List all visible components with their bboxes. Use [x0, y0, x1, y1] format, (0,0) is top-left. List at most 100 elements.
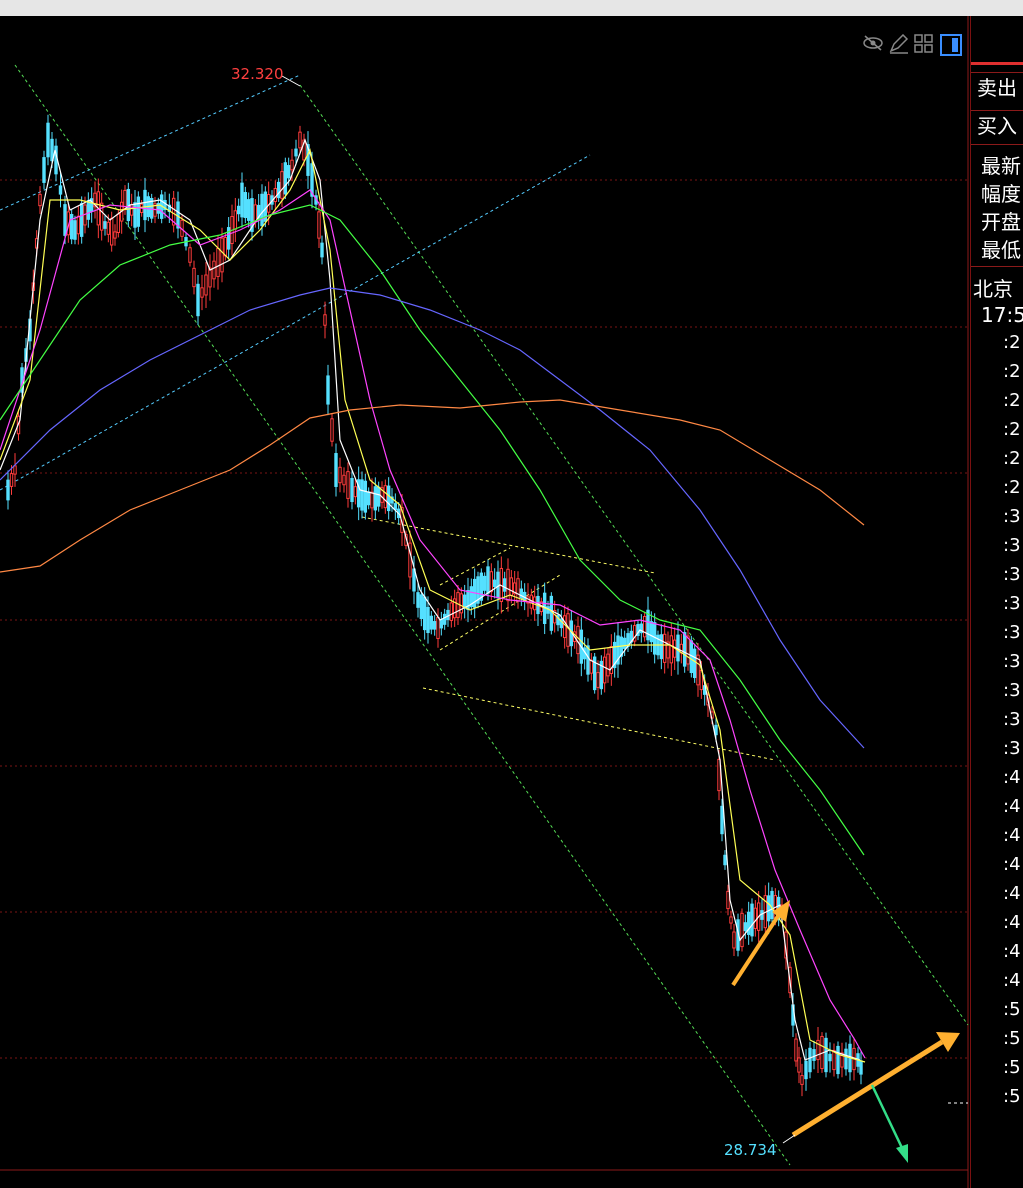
quote-panel: 卖出 买入 最新 幅度 开盘 最低 北京 17:5 :2:2:2:2:2:2:3…: [970, 16, 1023, 1188]
candle: [726, 890, 730, 910]
candle: [223, 237, 228, 257]
ma60-line: [0, 287, 865, 749]
arrow-down: [870, 1084, 905, 1151]
candle: [273, 187, 278, 203]
quote-latest: 最新: [981, 154, 1021, 178]
grid-icon[interactable]: [914, 34, 934, 54]
candle: [46, 122, 50, 158]
candle: [212, 260, 216, 280]
candle: [6, 479, 10, 501]
tick-row: :3: [1003, 564, 1021, 585]
candle: [836, 1045, 840, 1075]
candle: [373, 486, 378, 511]
ma120-line: [0, 399, 865, 573]
candle: [502, 578, 507, 592]
candle: [13, 465, 17, 475]
candle: [294, 148, 298, 157]
time-label: 17:5: [981, 303, 1023, 327]
tick-row: :4: [1003, 825, 1021, 846]
candle: [286, 165, 291, 179]
candle: [233, 210, 238, 230]
candle: [38, 193, 42, 207]
tick-row: :4: [1003, 941, 1021, 962]
tick-row: :4: [1003, 854, 1021, 875]
candle: [750, 903, 754, 937]
tick-row: :2: [1003, 332, 1021, 353]
candle: [236, 205, 241, 215]
candle: [766, 895, 771, 922]
sell-button[interactable]: 卖出: [971, 72, 1023, 102]
tick-row: :2: [1003, 448, 1021, 469]
tick-row: :2: [1003, 390, 1021, 411]
candle: [422, 596, 427, 631]
candle: [602, 656, 607, 684]
high-price-label: 32.320: [231, 65, 284, 83]
candle: [566, 613, 570, 647]
candle: [606, 653, 610, 677]
grid: [0, 179, 968, 1059]
candle: [86, 200, 91, 220]
candle: [844, 1048, 848, 1070]
candle: [243, 192, 248, 218]
candle: [732, 931, 736, 949]
top-channel-upper: [0, 74, 301, 211]
candle: [76, 215, 81, 235]
channel-lower: [14, 64, 791, 1166]
candle: [192, 267, 196, 288]
tick-row: :5: [1003, 1028, 1021, 1049]
candle: [129, 204, 134, 216]
candle: [439, 618, 444, 629]
candle: [143, 189, 147, 221]
candle: [298, 131, 302, 149]
candle: [492, 579, 497, 588]
candle: [353, 486, 358, 498]
candle: [240, 182, 244, 218]
candle: [9, 473, 14, 487]
candle: [113, 231, 117, 239]
candle: [416, 592, 420, 608]
candle: [326, 375, 330, 405]
candle: [106, 221, 111, 235]
candle: [216, 247, 220, 278]
channel-upper: [299, 84, 969, 1026]
tick-row: :4: [1003, 970, 1021, 991]
candle: [753, 907, 758, 929]
candle: [366, 491, 371, 506]
candle: [136, 196, 141, 227]
candle: [109, 217, 114, 246]
eye-off-icon[interactable]: [862, 34, 884, 52]
candle: [290, 159, 294, 171]
candle: [370, 491, 374, 509]
low-price-label: 28.734: [724, 1141, 777, 1159]
tick-row: :3: [1003, 535, 1021, 556]
quote-low: 最低: [981, 238, 1021, 262]
panel-accent: [971, 62, 1023, 65]
candle: [692, 648, 697, 679]
candle: [682, 632, 687, 667]
candle: [386, 485, 391, 512]
candle: [330, 418, 334, 442]
candle: [103, 221, 107, 229]
candle: [649, 621, 654, 643]
kline-chart[interactable]: 32.320 28.734: [0, 16, 970, 1188]
candle: [42, 157, 46, 183]
candle: [429, 615, 434, 630]
candle: [662, 633, 667, 663]
tick-row: :3: [1003, 651, 1021, 672]
candle: [208, 267, 212, 288]
candle: [383, 485, 388, 509]
candle: [253, 204, 258, 223]
candle: [69, 214, 74, 240]
tick-row: :3: [1003, 593, 1021, 614]
candle: [723, 854, 727, 866]
candle: [586, 645, 590, 675]
candles: [6, 114, 863, 1097]
tick-row: :4: [1003, 767, 1021, 788]
panel-icon[interactable]: [940, 34, 962, 56]
candle: [686, 635, 690, 665]
buy-button[interactable]: 买入: [971, 110, 1023, 140]
candle: [743, 922, 748, 932]
pencil-icon[interactable]: [888, 34, 910, 54]
candle: [824, 1037, 828, 1073]
candle: [58, 185, 63, 195]
